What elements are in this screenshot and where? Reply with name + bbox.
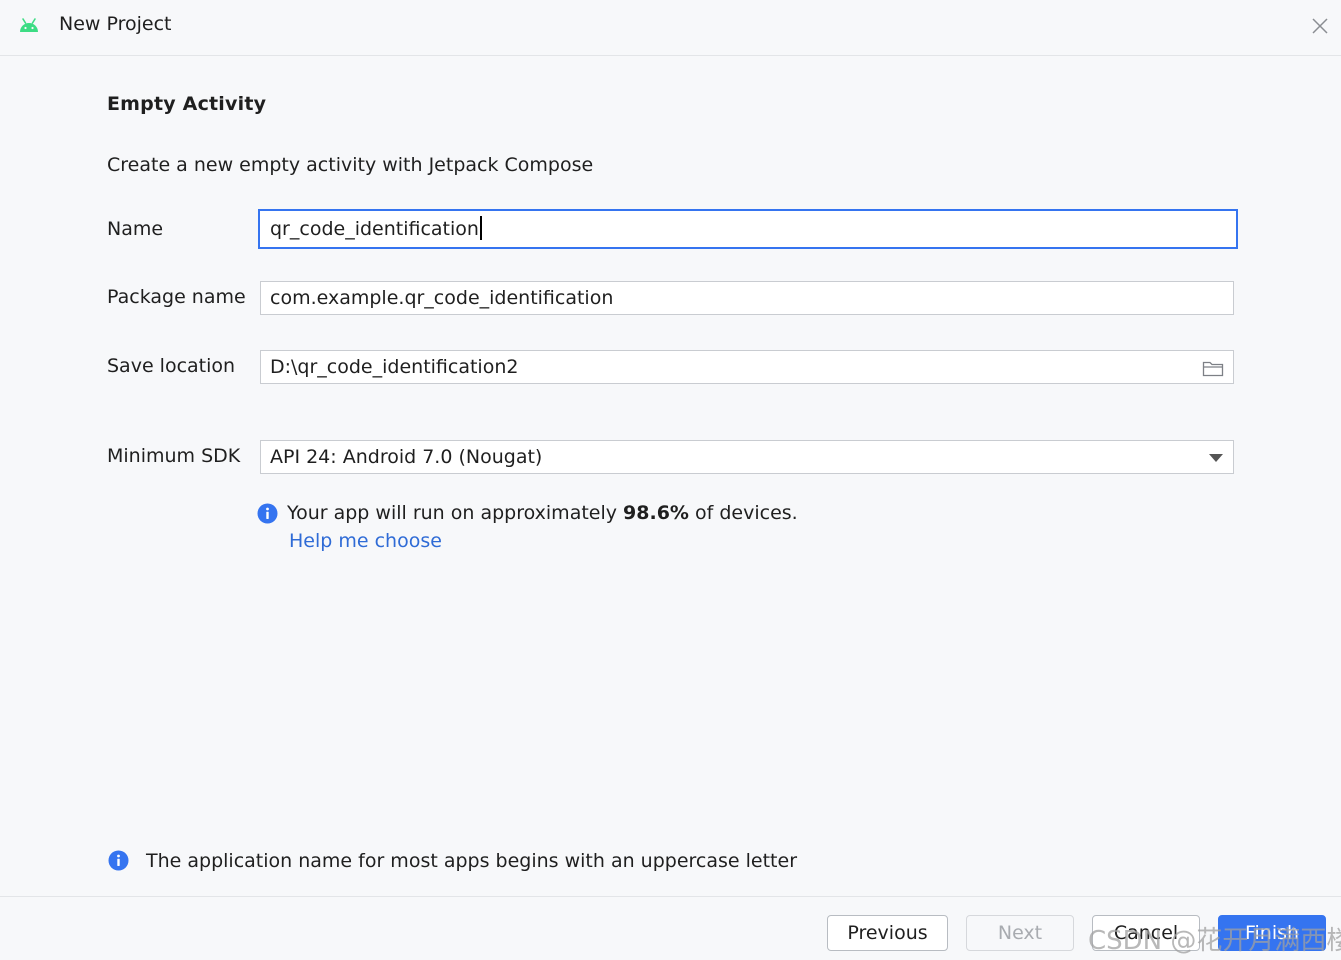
cancel-button[interactable]: Cancel xyxy=(1092,915,1200,951)
uppercase-hint: The application name for most apps begin… xyxy=(146,850,798,872)
save-location-label: Save location xyxy=(107,355,236,377)
title-bar: New Project xyxy=(0,0,1341,56)
window-title: New Project xyxy=(59,13,172,35)
sdk-coverage-percent: 98.6% xyxy=(623,502,689,524)
minimum-sdk-value: API 24: Android 7.0 (Nougat) xyxy=(270,446,543,468)
new-project-dialog: New Project Empty Activity Create a new … xyxy=(0,0,1341,960)
chevron-down-icon[interactable] xyxy=(1209,454,1223,462)
next-button[interactable]: Next xyxy=(966,915,1074,951)
save-location-value: D:\qr_code_identification2 xyxy=(270,356,519,378)
template-heading: Empty Activity xyxy=(107,93,267,115)
text-caret xyxy=(479,215,482,240)
info-icon xyxy=(108,850,129,871)
template-description: Create a new empty activity with Jetpack… xyxy=(107,154,594,176)
sdk-coverage-text: Your app will run on approximately 98.6%… xyxy=(287,502,798,524)
package-name-input[interactable]: com.example.qr_code_identification xyxy=(260,281,1234,315)
name-input-value: qr_code_identification xyxy=(270,218,479,240)
sdk-coverage-prefix: Your app will run on approximately xyxy=(287,502,624,524)
help-me-choose-link[interactable]: Help me choose xyxy=(289,530,442,552)
name-label: Name xyxy=(107,218,164,240)
package-name-value: com.example.qr_code_identification xyxy=(270,287,614,309)
android-icon xyxy=(20,18,38,32)
info-icon xyxy=(257,503,278,524)
minimum-sdk-select[interactable]: API 24: Android 7.0 (Nougat) xyxy=(260,440,1234,474)
package-name-label: Package name xyxy=(107,286,246,308)
close-icon[interactable] xyxy=(1309,15,1331,37)
sdk-coverage-suffix: of devices. xyxy=(688,502,798,524)
name-input[interactable]: qr_code_identification xyxy=(258,209,1238,249)
folder-icon[interactable] xyxy=(1202,359,1224,377)
previous-button[interactable]: Previous xyxy=(827,915,948,951)
minimum-sdk-label: Minimum SDK xyxy=(107,445,241,467)
finish-button[interactable]: Finish xyxy=(1218,915,1326,951)
save-location-input[interactable]: D:\qr_code_identification2 xyxy=(260,350,1234,384)
